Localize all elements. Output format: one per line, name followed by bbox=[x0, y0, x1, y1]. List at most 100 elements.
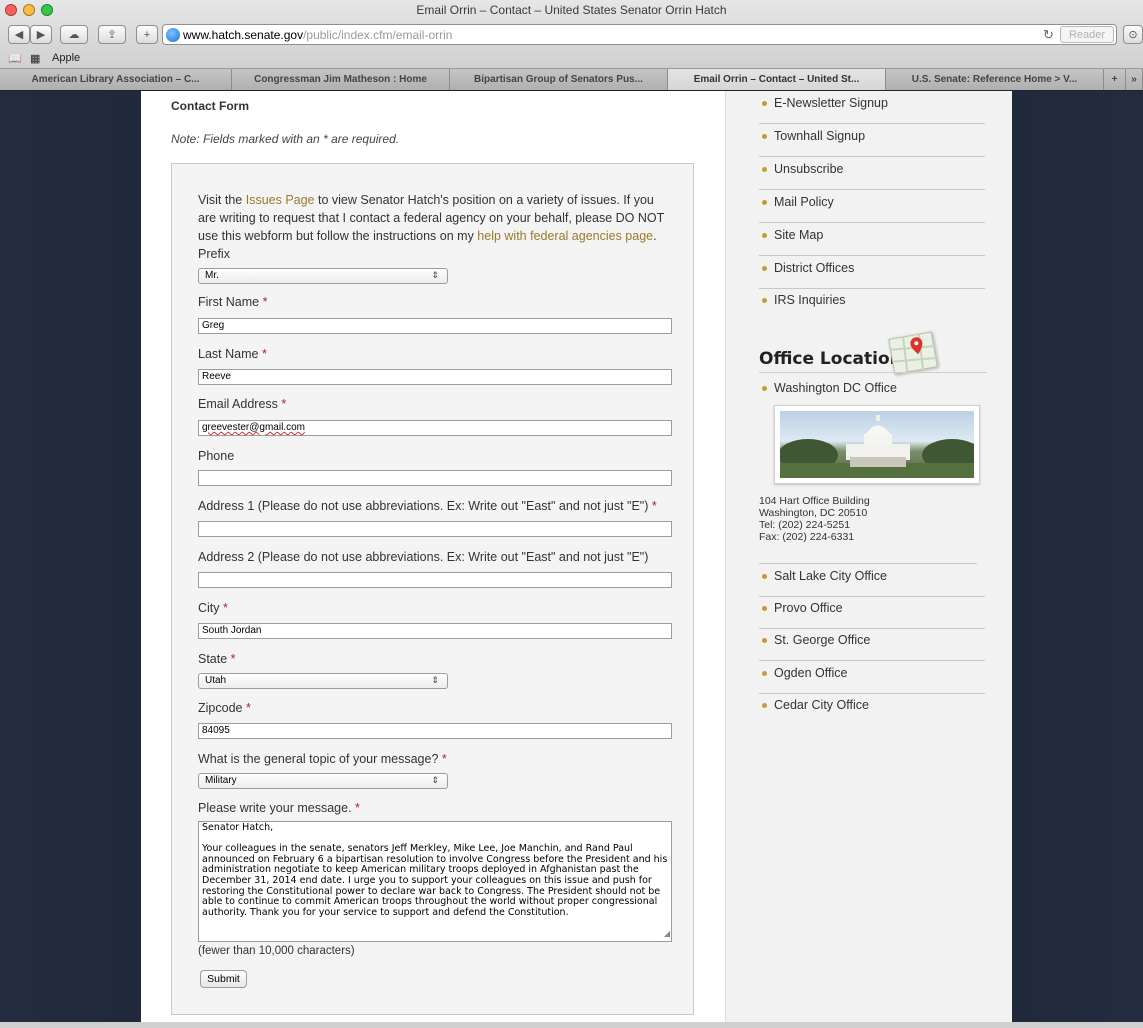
tab-bipartisan[interactable]: Bipartisan Group of Senators Pus... bbox=[450, 69, 668, 90]
email-label: Email Address * bbox=[198, 397, 286, 411]
first-name-input[interactable]: Greg bbox=[198, 318, 672, 334]
forward-arrow-icon: ▶ bbox=[36, 29, 46, 41]
share-icon: ⇪ bbox=[107, 29, 117, 41]
back-button[interactable]: ◀ bbox=[8, 25, 30, 44]
bullet-icon bbox=[762, 386, 767, 391]
resize-grip-icon[interactable]: ◢ bbox=[664, 929, 670, 940]
city-label-text: City bbox=[198, 601, 220, 615]
prefix-label: Prefix bbox=[198, 247, 230, 261]
download-icon: ⊙ bbox=[1128, 29, 1138, 41]
url-text[interactable]: www.hatch.senate.gov/public/index.cfm/em… bbox=[183, 28, 452, 42]
add-tab-button[interactable]: + bbox=[1104, 69, 1126, 90]
reader-button[interactable]: Reader bbox=[1060, 26, 1114, 43]
forward-button[interactable]: ▶ bbox=[30, 25, 52, 44]
tab-email-orrin[interactable]: Email Orrin – Contact – United St... bbox=[668, 69, 886, 90]
sidebar-item-unsubscribe[interactable]: Unsubscribe bbox=[759, 157, 985, 190]
new-tab-plus-button[interactable]: + bbox=[136, 25, 158, 44]
prefix-label-text: Prefix bbox=[198, 247, 230, 261]
sidebar-item-label: St. George Office bbox=[774, 633, 871, 647]
address-bar[interactable]: www.hatch.senate.gov/public/index.cfm/em… bbox=[162, 24, 1117, 45]
downloads-button[interactable]: ⊙ bbox=[1123, 25, 1143, 44]
last-name-label: Last Name * bbox=[198, 347, 267, 361]
sidebar-item-irs-inquiries[interactable]: IRS Inquiries bbox=[759, 288, 985, 321]
zipcode-label: Zipcode * bbox=[198, 701, 251, 715]
required-fields-note: Note: Fields marked with an * are requir… bbox=[171, 132, 400, 146]
zipcode-label-text: Zipcode bbox=[198, 701, 243, 715]
sidebar-item-salt-lake-city-office[interactable]: Salt Lake City Office bbox=[759, 564, 985, 597]
city-input[interactable]: South Jordan bbox=[198, 623, 672, 639]
issues-page-link[interactable]: Issues Page bbox=[246, 193, 315, 207]
email-input[interactable]: greevester@gmail.com bbox=[198, 420, 672, 436]
bullet-icon bbox=[762, 606, 767, 611]
sidebar-item-ogden-office[interactable]: Ogden Office bbox=[759, 661, 985, 694]
tab-label: Bipartisan Group of Senators Pus... bbox=[474, 74, 643, 85]
required-asterisk: * bbox=[281, 397, 287, 411]
bookmark-apple[interactable]: Apple bbox=[52, 52, 80, 64]
last-name-input[interactable]: Reeve bbox=[198, 369, 672, 385]
prefix-select[interactable]: Mr. ⇕ bbox=[198, 268, 448, 284]
title-bar: Email Orrin – Contact – United States Se… bbox=[0, 0, 1143, 20]
sidebar-item-label: Washington DC Office bbox=[774, 381, 897, 395]
topic-value: Military bbox=[205, 775, 237, 786]
refresh-icon[interactable]: ↻ bbox=[1043, 27, 1054, 43]
tab-senate-reference[interactable]: U.S. Senate: Reference Home > V... bbox=[886, 69, 1104, 90]
tab-label: U.S. Senate: Reference Home > V... bbox=[911, 74, 1078, 85]
bullet-icon bbox=[762, 101, 767, 106]
zipcode-input[interactable]: 84095 bbox=[198, 723, 672, 739]
cloud-icon: ☁ bbox=[68, 29, 80, 41]
sidebar-item-label: Cedar City Office bbox=[774, 698, 869, 712]
phone-input[interactable] bbox=[198, 470, 672, 486]
state-select[interactable]: Utah ⇕ bbox=[198, 673, 448, 689]
topic-label-text: What is the general topic of your messag… bbox=[198, 752, 439, 766]
form-intro: Visit the Issues Page to view Senator Ha… bbox=[198, 191, 673, 245]
plus-icon: + bbox=[1111, 74, 1118, 85]
required-asterisk: * bbox=[262, 295, 268, 309]
dc-office-address: 104 Hart Office Building Washington, DC … bbox=[759, 495, 870, 543]
last-name-label-text: Last Name bbox=[198, 347, 259, 361]
sidebar-item-e-newsletter[interactable]: E-Newsletter Signup bbox=[759, 91, 985, 124]
character-limit-note: (fewer than 10,000 characters) bbox=[198, 945, 355, 957]
top-sites-icon[interactable]: ▦ bbox=[30, 52, 40, 65]
bullet-icon bbox=[762, 671, 767, 676]
topic-select[interactable]: Military ⇕ bbox=[198, 773, 448, 789]
submit-button[interactable]: Submit bbox=[200, 970, 247, 988]
message-textarea[interactable]: Senator Hatch, Your colleagues in the se… bbox=[198, 821, 672, 942]
required-asterisk: * bbox=[245, 701, 251, 715]
federal-agencies-link[interactable]: help with federal agencies page bbox=[477, 229, 653, 243]
reading-list-icon[interactable]: 📖 bbox=[8, 52, 22, 65]
map-icon bbox=[888, 331, 938, 375]
sidebar-item-townhall[interactable]: Townhall Signup bbox=[759, 124, 985, 157]
address1-label-text: Address 1 (Please do not use abbreviatio… bbox=[198, 499, 649, 513]
sidebar-item-district-offices[interactable]: District Offices bbox=[759, 256, 985, 289]
sidebar-item-provo-office[interactable]: Provo Office bbox=[759, 596, 985, 629]
topic-label: What is the general topic of your messag… bbox=[198, 752, 447, 766]
share-button[interactable]: ⇪ bbox=[98, 25, 126, 44]
tab-matheson[interactable]: Congressman Jim Matheson : Home bbox=[232, 69, 450, 90]
heading-divider bbox=[759, 372, 987, 373]
message-label: Please write your message. * bbox=[198, 801, 360, 815]
required-asterisk: * bbox=[230, 652, 236, 666]
required-asterisk: * bbox=[651, 499, 657, 513]
sidebar-item-st-george-office[interactable]: St. George Office bbox=[759, 628, 985, 661]
sidebar-item-cedar-city-office[interactable]: Cedar City Office bbox=[759, 693, 985, 726]
bullet-icon bbox=[762, 233, 767, 238]
address2-input[interactable] bbox=[198, 572, 672, 588]
email-value: greevester@gmail.com bbox=[202, 422, 305, 433]
phone-label: Phone bbox=[198, 449, 235, 463]
address1-input[interactable] bbox=[198, 521, 672, 537]
sidebar-item-label: E-Newsletter Signup bbox=[774, 96, 888, 110]
prefix-value: Mr. bbox=[205, 270, 219, 281]
tab-overflow-button[interactable]: » bbox=[1126, 69, 1143, 90]
select-arrows-icon: ⇕ bbox=[431, 270, 439, 280]
tab-bar: American Library Association – C... Cong… bbox=[0, 68, 1143, 90]
sidebar-item-mail-policy[interactable]: Mail Policy bbox=[759, 190, 985, 223]
required-asterisk: * bbox=[441, 752, 447, 766]
required-asterisk: * bbox=[223, 601, 228, 615]
phone-line: Tel: (202) 224-5251 bbox=[759, 519, 851, 531]
icloud-button[interactable]: ☁ bbox=[60, 25, 88, 44]
sidebar-item-label: Ogden Office bbox=[774, 666, 848, 680]
sidebar-item-site-map[interactable]: Site Map bbox=[759, 223, 985, 256]
plus-icon: + bbox=[143, 28, 151, 41]
tab-ala[interactable]: American Library Association – C... bbox=[0, 69, 232, 90]
sidebar-item-label: IRS Inquiries bbox=[774, 293, 846, 307]
